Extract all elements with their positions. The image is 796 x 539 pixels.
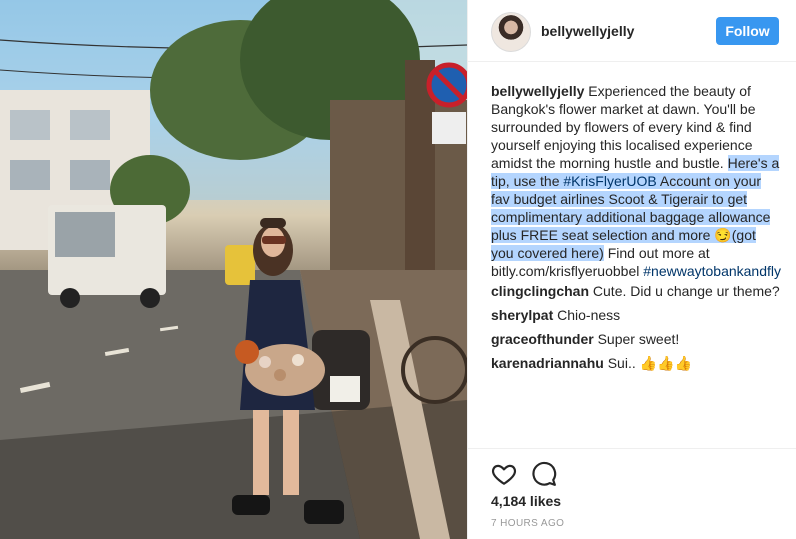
- heart-icon[interactable]: [491, 461, 517, 487]
- post-photo[interactable]: [0, 0, 467, 539]
- street-scene-illustration: [0, 0, 467, 539]
- header-username[interactable]: bellywellyjelly: [541, 23, 634, 39]
- comment-username[interactable]: karenadriannahu: [491, 355, 604, 371]
- caption-username[interactable]: bellywellyjelly: [491, 83, 584, 99]
- hashtag-krisflyeruob[interactable]: #KrisFlyerUOB: [563, 173, 656, 189]
- comment-text: Chio-ness: [553, 307, 621, 323]
- comment-username[interactable]: clingclingchan: [491, 283, 589, 299]
- post-header: bellywellyjelly Follow: [468, 0, 796, 62]
- avatar[interactable]: [491, 12, 531, 52]
- post-actions: 4,184 likes 7 HOURS AGO: [468, 448, 796, 539]
- comment-bubble-icon[interactable]: [531, 461, 557, 487]
- comment-username[interactable]: sherylpat: [491, 307, 553, 323]
- comment-username[interactable]: graceofthunder: [491, 331, 594, 347]
- follow-button[interactable]: Follow: [716, 17, 779, 45]
- comment-text: Super sweet!: [593, 331, 680, 347]
- post-side-panel: bellywellyjelly Follow bellywellyjelly E…: [467, 0, 796, 539]
- comment-text: Sui.. 👍👍👍: [603, 355, 692, 371]
- comment-text: Cute. Did u change ur theme?: [589, 283, 780, 299]
- post-timestamp: 7 HOURS AGO: [491, 518, 565, 529]
- hashtag-newwaytobankandfly[interactable]: #newwaytobankandfly: [643, 263, 781, 279]
- comments-list: bellywellyjelly Experienced the beauty o…: [491, 82, 781, 378]
- caption: bellywellyjelly Experienced the beauty o…: [491, 82, 781, 280]
- list-item: karenadriannahu Sui.. 👍👍👍: [491, 354, 781, 372]
- likes-count[interactable]: 4,184 likes: [491, 493, 561, 509]
- list-item: clingclingchan Cute. Did u change ur the…: [491, 282, 781, 300]
- list-item: graceofthunder Super sweet!: [491, 330, 781, 348]
- list-item: sherylpat Chio-ness: [491, 306, 781, 324]
